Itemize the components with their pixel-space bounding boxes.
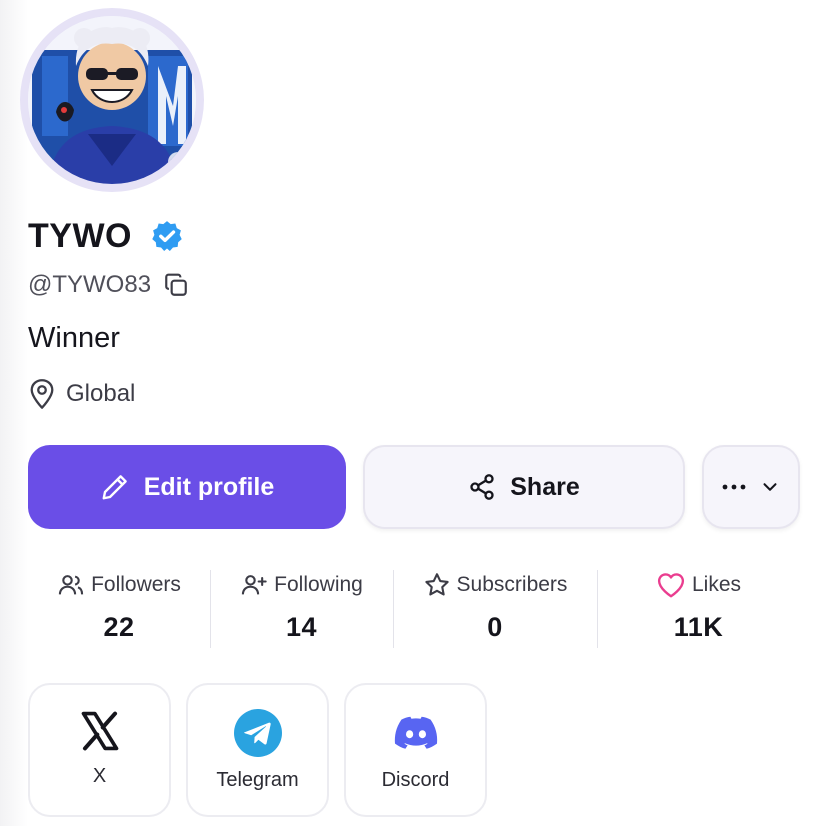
social-link-telegram[interactable]: Telegram <box>186 683 329 817</box>
social-link-x[interactable]: X <box>28 683 171 817</box>
social-link-discord[interactable]: Discord <box>344 683 487 817</box>
social-links: X Telegram Discord <box>28 683 487 817</box>
person-plus-icon <box>242 575 267 595</box>
social-label: Discord <box>381 769 450 791</box>
chevron-down-icon <box>763 483 777 491</box>
location-pin-icon <box>30 379 54 409</box>
verified-badge-icon <box>152 221 182 252</box>
stat-value: 0 <box>487 612 503 642</box>
stat-label: Subscribers <box>456 573 568 596</box>
more-dots-icon <box>722 484 746 490</box>
edit-profile-button[interactable]: Edit profile <box>28 445 346 529</box>
x-logo-icon <box>81 711 118 751</box>
avatar-illustration <box>28 16 196 184</box>
share-button[interactable]: Share <box>363 445 685 529</box>
stat-value: 22 <box>103 612 135 642</box>
handle-row: @TYWO83 <box>28 268 189 302</box>
share-icon <box>470 474 494 500</box>
stat-subscribers[interactable]: Subscribers 0 <box>393 568 597 650</box>
social-label: X <box>92 765 107 787</box>
edit-profile-label: Edit profile <box>143 472 275 501</box>
copy-icon[interactable] <box>163 272 189 298</box>
display-name: TYWO <box>28 216 132 255</box>
heart-icon <box>657 573 685 598</box>
stat-label: Followers <box>91 573 181 596</box>
pencil-icon <box>102 475 127 500</box>
share-label: Share <box>510 472 580 501</box>
username-handle: @TYWO83 <box>28 271 152 298</box>
star-icon <box>424 573 449 596</box>
people-icon <box>58 575 84 595</box>
stat-following[interactable]: Following 14 <box>210 568 393 650</box>
stat-label: Likes <box>691 573 742 596</box>
more-options-button[interactable] <box>702 445 800 529</box>
location-text: Global <box>66 380 136 407</box>
telegram-icon <box>233 709 282 757</box>
social-label: Telegram <box>216 769 299 791</box>
stat-likes[interactable]: Likes 11K <box>597 568 800 650</box>
name-row: TYWO <box>28 214 184 258</box>
avatar[interactable] <box>28 16 196 184</box>
location-row: Global <box>28 374 135 414</box>
discord-icon <box>394 716 437 749</box>
stat-value: 11K <box>673 612 724 642</box>
stat-followers[interactable]: Followers 22 <box>28 568 210 650</box>
profile-stats: Followers 22 Following 14 Subscribers 0 <box>28 568 800 650</box>
stat-value: 14 <box>285 612 318 642</box>
stat-label: Following <box>274 573 363 596</box>
bio-text: Winner <box>28 322 120 354</box>
